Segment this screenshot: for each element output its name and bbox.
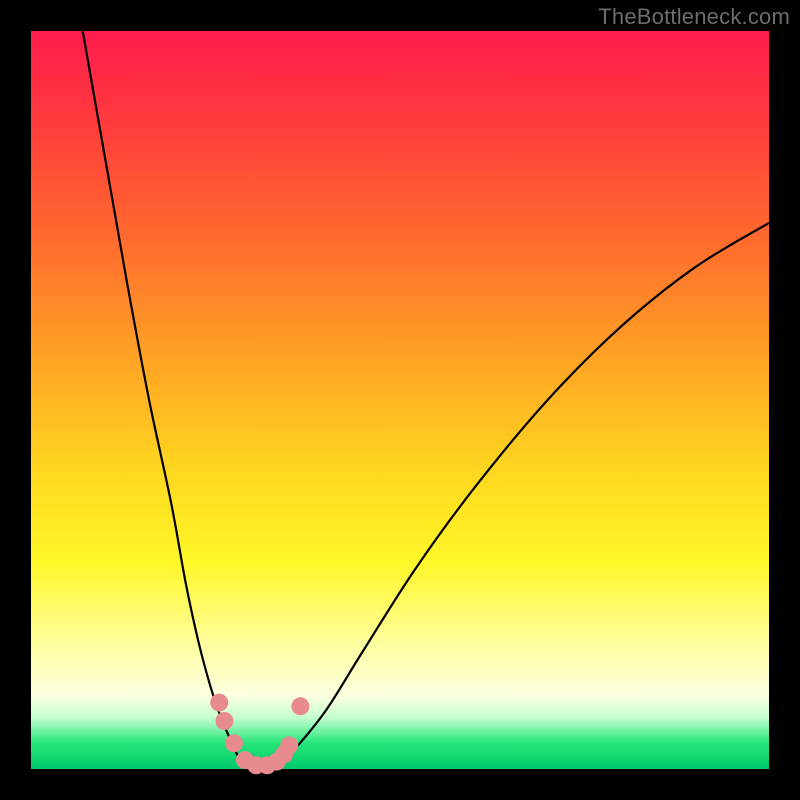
marker-group — [210, 694, 309, 775]
marker-dot — [215, 712, 233, 730]
watermark-text: TheBottleneck.com — [598, 4, 790, 30]
marker-dot — [291, 697, 309, 715]
marker-dot — [210, 694, 228, 712]
marker-dot — [225, 734, 243, 752]
chart-frame: TheBottleneck.com — [0, 0, 800, 800]
marker-dot — [280, 736, 298, 754]
bottleneck-curve — [83, 31, 769, 770]
curve-layer — [31, 31, 769, 769]
plot-area — [31, 31, 769, 769]
